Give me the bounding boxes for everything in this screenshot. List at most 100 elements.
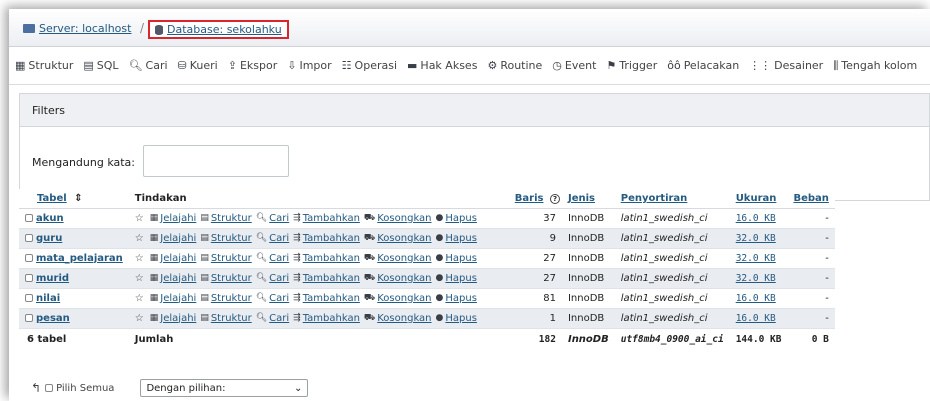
col-penyortiran[interactable]: Penyortiran [614,189,730,209]
action-tambahkan[interactable]: ⇶ Tambahkan [293,293,360,304]
action-hapus[interactable]: ● Hapus [436,293,477,304]
action-cari[interactable]: 🔍︎ Cari [256,253,289,264]
action-hapus[interactable]: ● Hapus [436,233,477,244]
action-hapus[interactable]: ● Hapus [436,313,477,324]
table-name-link[interactable]: akun [36,213,64,224]
server-link[interactable]: Server: localhost [39,22,131,35]
action-link[interactable]: Tambahkan [303,213,360,224]
col-tabel[interactable]: Tabel ⇕ [19,189,129,209]
col-ukuran[interactable]: Ukuran [729,189,788,209]
table-name-link[interactable]: nilai [36,293,60,304]
menu-struktur[interactable]: ▦ Struktur [15,59,73,72]
row-checkbox[interactable] [25,233,33,242]
size-link[interactable]: 16.0 KB [736,213,776,224]
favorite-star-icon[interactable]: ☆ [135,253,144,264]
size-link[interactable]: 16.0 KB [736,313,776,324]
action-link[interactable]: Kosongkan [377,293,431,304]
col-jenis[interactable]: Jenis [561,189,615,209]
action-kosongkan[interactable]: ⛟ Kosongkan [364,213,432,224]
action-link[interactable]: Hapus [445,213,477,224]
col-baris-link[interactable]: Baris [515,193,544,204]
row-checkbox[interactable] [25,293,33,302]
menu-ekspor[interactable]: ⇪ Ekspor [228,59,278,72]
col-ukuran-link[interactable]: Ukuran [736,193,777,204]
action-link[interactable]: Hapus [445,253,477,264]
size-link[interactable]: 16.0 KB [736,293,776,304]
col-beban[interactable]: Beban [787,189,835,209]
action-struktur[interactable]: ▤ Struktur [200,233,251,244]
action-link[interactable]: Cari [269,313,289,324]
action-link[interactable]: Jelajahi [160,273,196,284]
action-jelajahi[interactable]: ▦ Jelajahi [150,273,197,284]
favorite-star-icon[interactable]: ☆ [135,213,144,224]
action-link[interactable]: Tambahkan [303,273,360,284]
action-jelajahi[interactable]: ▦ Jelajahi [150,293,197,304]
table-name-link[interactable]: mata_pelajaran [36,253,123,264]
action-link[interactable]: Struktur [211,273,252,284]
action-struktur[interactable]: ▤ Struktur [200,253,251,264]
menu-hak-akses[interactable]: ▬ Hak Akses [407,59,477,72]
action-link[interactable]: Jelajahi [160,253,196,264]
action-cari[interactable]: 🔍︎ Cari [256,313,289,324]
action-jelajahi[interactable]: ▦ Jelajahi [150,213,197,224]
size-link[interactable]: 32.0 KB [736,233,776,244]
action-link[interactable]: Cari [269,293,289,304]
favorite-star-icon[interactable]: ☆ [135,313,144,324]
action-tambahkan[interactable]: ⇶ Tambahkan [293,213,360,224]
sort-icon[interactable]: ⇕ [74,193,82,204]
action-kosongkan[interactable]: ⛟ Kosongkan [364,293,432,304]
action-link[interactable]: Cari [269,213,289,224]
favorite-star-icon[interactable]: ☆ [135,233,144,244]
database-link[interactable]: Database: sekolahku [167,23,282,36]
action-link[interactable]: Struktur [211,213,252,224]
with-selected-select[interactable]: Dengan pilihan: ⌄ [140,379,309,397]
select-all-label[interactable]: Pilih Semua [56,383,114,394]
col-jenis-link[interactable]: Jenis [568,193,595,204]
action-link[interactable]: Kosongkan [377,273,431,284]
action-link[interactable]: Kosongkan [377,313,431,324]
action-jelajahi[interactable]: ▦ Jelajahi [150,233,197,244]
action-link[interactable]: Kosongkan [377,233,431,244]
action-struktur[interactable]: ▤ Struktur [200,213,251,224]
table-name-link[interactable]: guru [36,233,62,244]
col-baris[interactable]: Baris ? [508,189,562,209]
breadcrumb-server[interactable]: Server: localhost [23,22,131,35]
table-name-link[interactable]: pesan [36,313,70,324]
action-link[interactable]: Kosongkan [377,253,431,264]
action-link[interactable]: Cari [269,273,289,284]
table-name-link[interactable]: murid [36,273,69,284]
action-cari[interactable]: 🔍︎ Cari [256,293,289,304]
action-hapus[interactable]: ● Hapus [436,253,477,264]
row-checkbox[interactable] [25,273,33,282]
action-cari[interactable]: 🔍︎ Cari [256,233,289,244]
action-link[interactable]: Struktur [211,233,252,244]
action-link[interactable]: Jelajahi [160,293,196,304]
action-cari[interactable]: 🔍︎ Cari [256,213,289,224]
menu-sql[interactable]: ▤ SQL [83,59,118,72]
size-link[interactable]: 32.0 KB [736,273,776,284]
action-link[interactable]: Jelajahi [160,233,196,244]
row-checkbox[interactable] [25,213,33,222]
action-struktur[interactable]: ▤ Struktur [200,273,251,284]
action-jelajahi[interactable]: ▦ Jelajahi [150,253,197,264]
action-link[interactable]: Tambahkan [303,233,360,244]
menu-routine[interactable]: ⚙ Routine [487,59,542,72]
action-link[interactable]: Tambahkan [303,313,360,324]
action-link[interactable]: Struktur [211,293,252,304]
filter-input[interactable] [143,145,289,177]
menu-impor[interactable]: ⇩ Impor [287,59,331,72]
action-struktur[interactable]: ▤ Struktur [200,313,251,324]
action-tambahkan[interactable]: ⇶ Tambahkan [293,273,360,284]
favorite-star-icon[interactable]: ☆ [135,293,144,304]
action-link[interactable]: Jelajahi [160,213,196,224]
action-jelajahi[interactable]: ▦ Jelajahi [150,313,197,324]
col-tabel-link[interactable]: Tabel [37,193,67,204]
menu-kueri[interactable]: ⛁ Kueri [178,59,218,72]
action-link[interactable]: Hapus [445,233,477,244]
action-kosongkan[interactable]: ⛟ Kosongkan [364,273,432,284]
favorite-star-icon[interactable]: ☆ [135,273,144,284]
action-link[interactable]: Cari [269,253,289,264]
action-tambahkan[interactable]: ⇶ Tambahkan [293,313,360,324]
select-all-checkbox[interactable] [45,384,54,392]
action-link[interactable]: Tambahkan [303,293,360,304]
